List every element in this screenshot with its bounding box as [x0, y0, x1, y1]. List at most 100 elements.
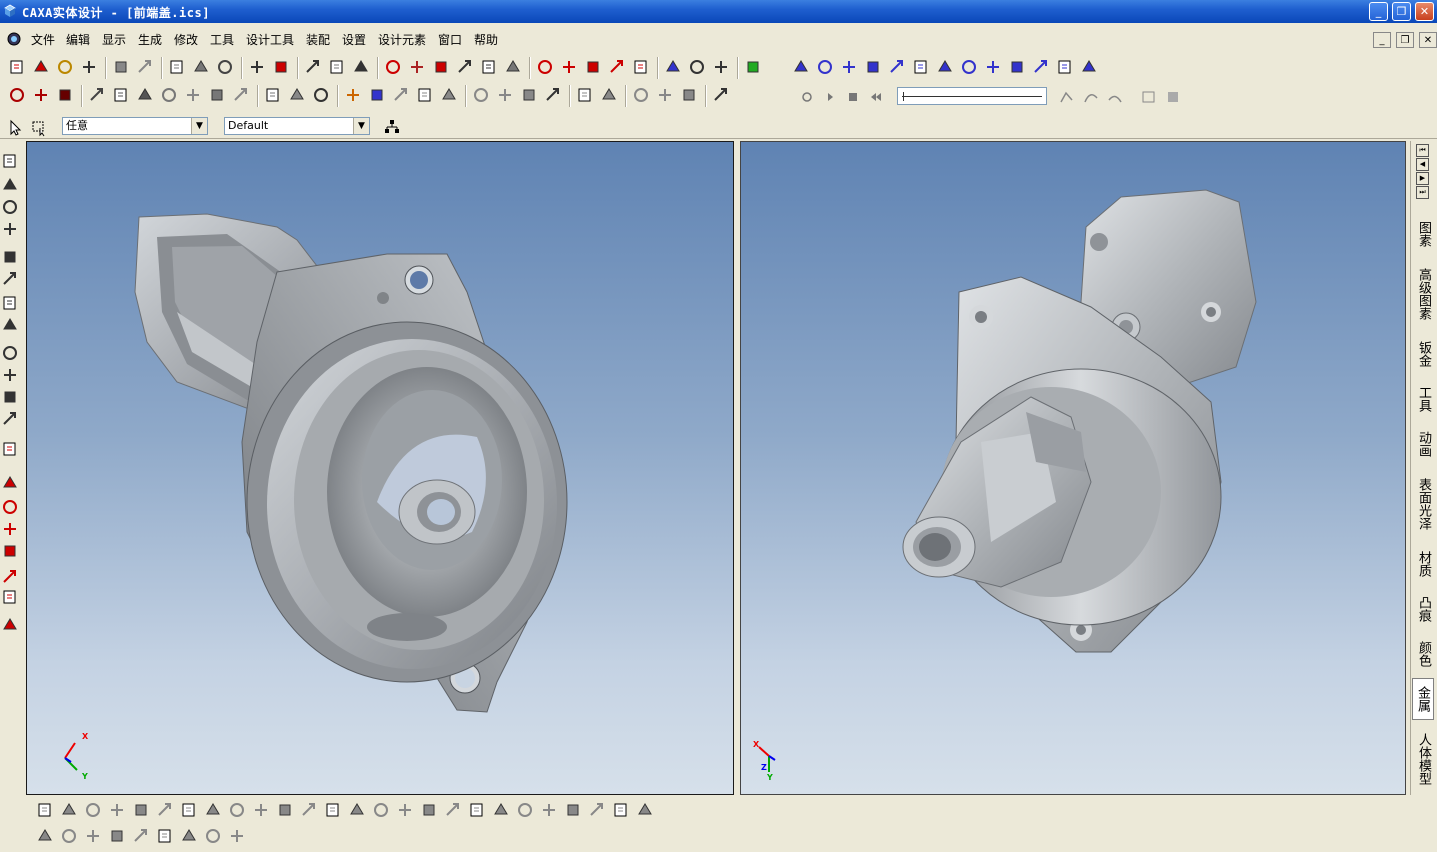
tool-icon[interactable] — [264, 86, 282, 104]
record-icon[interactable] — [798, 88, 816, 106]
render-icon[interactable] — [304, 58, 322, 76]
orbit-icon[interactable] — [216, 58, 234, 76]
rewind-icon[interactable] — [867, 88, 885, 106]
edge-icon[interactable] — [608, 58, 626, 76]
menu-generate[interactable]: 生成 — [138, 31, 162, 48]
zoom-icon[interactable] — [1, 248, 19, 266]
measure-icon[interactable] — [1080, 58, 1098, 76]
library-tab[interactable]: 表面光泽 — [1412, 468, 1434, 540]
wire-icon[interactable] — [864, 58, 882, 76]
constraint-icon[interactable] — [228, 801, 246, 819]
keyframe-icon[interactable] — [1082, 88, 1100, 106]
cross-icon[interactable] — [180, 801, 198, 819]
undo-sketch-icon[interactable] — [516, 801, 534, 819]
table-icon[interactable] — [636, 801, 654, 819]
sphere-icon[interactable] — [1, 588, 19, 606]
copy-icon[interactable] — [312, 86, 330, 104]
frame3-icon[interactable] — [520, 86, 538, 104]
move-icon[interactable] — [536, 58, 554, 76]
camera-target-icon[interactable] — [1, 410, 19, 428]
snap-icon[interactable] — [60, 801, 78, 819]
last-page-icon[interactable]: ⏭ — [1416, 186, 1429, 199]
sheet-icon[interactable] — [160, 86, 178, 104]
stair-icon[interactable] — [112, 86, 130, 104]
menu-assembly[interactable]: 装配 — [306, 31, 330, 48]
doc-minimize-button[interactable]: _ — [1373, 32, 1391, 48]
filter-select[interactable]: 任意 ▼ — [62, 117, 208, 135]
library-tab[interactable]: 材质 — [1412, 543, 1434, 585]
sketch-icon[interactable] — [1, 474, 19, 492]
project-icon[interactable] — [960, 58, 978, 76]
pan-icon[interactable] — [192, 58, 210, 76]
chamfer-icon[interactable] — [612, 801, 630, 819]
path-icon[interactable] — [1058, 88, 1076, 106]
part-icon[interactable] — [600, 86, 618, 104]
drag-icon[interactable] — [1, 220, 19, 238]
rotate-view-icon[interactable] — [888, 58, 906, 76]
layer-icon[interactable] — [232, 86, 250, 104]
sphere-icon[interactable] — [936, 58, 954, 76]
menu-tools[interactable]: 工具 — [210, 31, 234, 48]
flag2-icon[interactable] — [656, 86, 674, 104]
camera-icon[interactable] — [1, 344, 19, 362]
hexagon-icon[interactable] — [468, 801, 486, 819]
select-arrow-icon[interactable] — [6, 119, 24, 137]
menu-design-tools[interactable]: 设计工具 — [246, 31, 294, 48]
angle-icon[interactable] — [276, 801, 294, 819]
animation-slider[interactable] — [897, 87, 1047, 105]
restore-button[interactable]: ❐ — [1392, 2, 1411, 21]
text-tool-icon[interactable] — [1, 616, 19, 634]
sweep-icon[interactable] — [432, 58, 450, 76]
minimize-button[interactable]: _ — [1369, 2, 1388, 21]
frame2-icon[interactable] — [496, 86, 514, 104]
slider-thumb[interactable] — [903, 92, 904, 101]
ortho-icon[interactable] — [36, 827, 54, 845]
stack-icon[interactable] — [136, 86, 154, 104]
open-icon[interactable] — [56, 58, 74, 76]
library-tab[interactable]: 动画 — [1412, 423, 1434, 465]
flag3-icon[interactable] — [680, 86, 698, 104]
extrude-icon[interactable] — [384, 58, 402, 76]
block-icon[interactable] — [88, 86, 106, 104]
spin-icon[interactable] — [408, 58, 426, 76]
viewport-left[interactable]: X Y — [26, 141, 734, 795]
point-icon[interactable] — [324, 801, 342, 819]
library-tab[interactable]: 颜色 — [1412, 633, 1434, 675]
equal-icon[interactable] — [180, 827, 198, 845]
view-icon[interactable] — [744, 58, 762, 76]
viewport-right[interactable]: X Z Y — [740, 141, 1406, 795]
section-view-icon[interactable] — [1008, 58, 1026, 76]
circle-tool-icon[interactable] — [84, 801, 102, 819]
new-icon[interactable] — [8, 58, 26, 76]
face-icon[interactable] — [560, 58, 578, 76]
pen-tool-icon[interactable] — [1, 440, 19, 458]
undo-icon[interactable] — [112, 58, 130, 76]
curve-icon[interactable] — [1106, 88, 1124, 106]
light-icon[interactable] — [328, 58, 346, 76]
rect-tool-icon[interactable] — [372, 801, 390, 819]
rotate-icon[interactable] — [1, 176, 19, 194]
link-icon[interactable] — [1032, 58, 1050, 76]
center-icon[interactable] — [1, 316, 19, 334]
chevron-down-icon[interactable]: ▼ — [191, 118, 207, 134]
box-view-icon[interactable] — [912, 58, 930, 76]
menu-modify[interactable]: 修改 — [174, 31, 198, 48]
menu-edit[interactable]: 编辑 — [66, 31, 90, 48]
target-icon[interactable] — [156, 827, 174, 845]
library-tab[interactable]: 钣金 — [1412, 333, 1434, 375]
midpoint-icon[interactable] — [132, 827, 150, 845]
stamp-icon[interactable] — [156, 801, 174, 819]
drop-icon[interactable] — [440, 86, 458, 104]
library-tab[interactable]: 图素 — [1412, 213, 1434, 255]
flag-icon[interactable] — [632, 86, 650, 104]
cube-icon[interactable] — [288, 86, 306, 104]
camera-move-icon[interactable] — [1, 366, 19, 384]
prev-page-icon[interactable]: ◀ — [1416, 158, 1429, 171]
eyedrop-icon[interactable] — [368, 86, 386, 104]
shell-icon[interactable] — [712, 58, 730, 76]
doc-close-button[interactable]: ✕ — [1419, 32, 1437, 48]
cut-icon[interactable] — [688, 58, 706, 76]
animation-settings-icon[interactable] — [1164, 88, 1182, 106]
camera-orbit-icon[interactable] — [1, 388, 19, 406]
corner-icon[interactable] — [544, 86, 562, 104]
